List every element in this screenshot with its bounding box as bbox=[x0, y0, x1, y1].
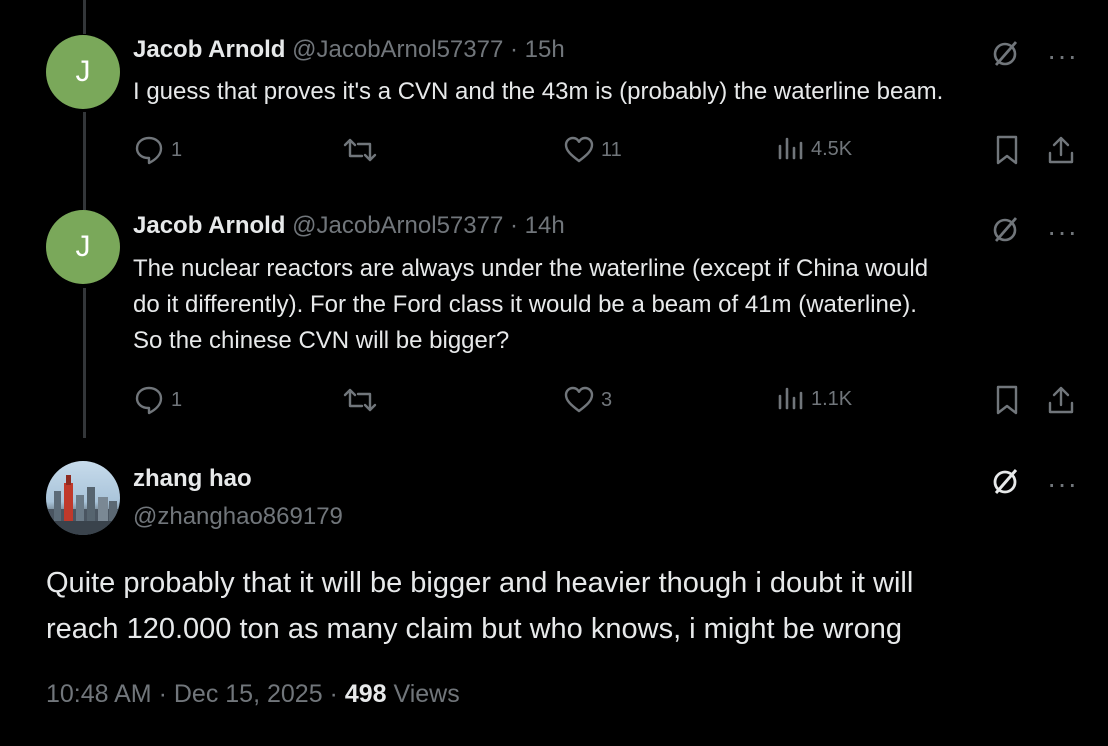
views-count: 498 bbox=[344, 680, 387, 708]
grok-icon[interactable] bbox=[991, 466, 1021, 501]
heart-icon bbox=[563, 384, 595, 416]
separator-dot: · bbox=[158, 680, 174, 708]
bookmark-button[interactable] bbox=[993, 384, 1021, 416]
thread-line-middle bbox=[83, 112, 86, 210]
tweet-header: Jacob Arnold @JacobArnol57377 · 15h bbox=[133, 36, 565, 64]
separator-dot: · bbox=[509, 36, 518, 63]
tweet-top-icons: ··· bbox=[991, 214, 1078, 249]
retweet-icon bbox=[343, 134, 377, 166]
avatar[interactable] bbox=[46, 461, 120, 535]
tweet-time[interactable]: 15h bbox=[525, 36, 565, 63]
tweet-actions: 1 3 1.1K bbox=[133, 384, 1078, 418]
reply-count: 1 bbox=[171, 138, 183, 161]
tweet-text-line: The nuclear reactors are always under th… bbox=[133, 255, 929, 282]
retweet-button[interactable] bbox=[343, 384, 377, 416]
more-icon[interactable]: ··· bbox=[1047, 41, 1078, 70]
grok-icon[interactable] bbox=[991, 214, 1021, 249]
views-button[interactable]: 1.1K bbox=[775, 384, 852, 414]
reply-icon bbox=[133, 384, 165, 416]
bookmark-button[interactable] bbox=[993, 134, 1021, 166]
separator-dot: · bbox=[329, 680, 345, 708]
views-chart-icon bbox=[775, 384, 805, 414]
thread-line-top bbox=[83, 0, 86, 34]
tweet-time[interactable]: 10:48 AM bbox=[46, 680, 152, 708]
bookmark-icon bbox=[993, 134, 1021, 166]
tweet-meta: 10:48 AM · Dec 15, 2025 · 498 Views bbox=[46, 680, 460, 709]
tweet-text-line: do it differently). For the Ford class i… bbox=[133, 291, 917, 318]
tweet-top-icons: ··· bbox=[991, 466, 1078, 501]
tweet-top-icons: ··· bbox=[991, 38, 1078, 73]
tweet-text: I guess that proves it's a CVN and the 4… bbox=[133, 78, 944, 105]
author-name[interactable]: Jacob Arnold bbox=[133, 36, 285, 63]
views-chart-icon bbox=[775, 134, 805, 164]
share-icon bbox=[1045, 134, 1077, 166]
like-count: 11 bbox=[601, 138, 622, 161]
tweet-text: The nuclear reactors are always under th… bbox=[133, 251, 928, 359]
views-count: 4.5K bbox=[811, 137, 853, 160]
tweet-time[interactable]: 14h bbox=[525, 212, 565, 239]
views-label: Views bbox=[393, 680, 460, 708]
share-button[interactable] bbox=[1045, 384, 1077, 416]
like-count: 3 bbox=[601, 388, 613, 411]
tweet-text-line: So the chinese CVN will be bigger? bbox=[133, 327, 510, 354]
thread-line-bottom bbox=[83, 288, 86, 438]
retweet-icon bbox=[343, 384, 377, 416]
share-icon bbox=[1045, 384, 1077, 416]
author-name[interactable]: zhang hao bbox=[133, 465, 252, 492]
tweet-header: Jacob Arnold @JacobArnol57377 · 14h bbox=[133, 212, 565, 240]
tweet-text-line: reach 120.000 ton as many claim but who … bbox=[46, 613, 902, 645]
reply-button[interactable]: 1 bbox=[133, 384, 182, 416]
tweet-text: Quite probably that it will be bigger an… bbox=[46, 560, 1076, 652]
reply-count: 1 bbox=[171, 388, 183, 411]
like-button[interactable]: 11 bbox=[563, 134, 622, 166]
share-button[interactable] bbox=[1045, 134, 1077, 166]
avatar[interactable]: J bbox=[46, 210, 120, 284]
author-name[interactable]: Jacob Arnold bbox=[133, 212, 285, 239]
views-button[interactable]: 4.5K bbox=[775, 134, 852, 164]
heart-icon bbox=[563, 134, 595, 166]
author-name-row: zhang hao bbox=[133, 465, 252, 493]
like-button[interactable]: 3 bbox=[563, 384, 612, 416]
bookmark-icon bbox=[993, 384, 1021, 416]
views-count: 1.1K bbox=[811, 387, 853, 410]
avatar[interactable]: J bbox=[46, 35, 120, 109]
reply-icon bbox=[133, 134, 165, 166]
reply-button[interactable]: 1 bbox=[133, 134, 182, 166]
tweet-actions: 1 11 4.5K bbox=[133, 134, 1078, 168]
more-icon[interactable]: ··· bbox=[1047, 469, 1078, 498]
tweet-date[interactable]: Dec 15, 2025 bbox=[174, 680, 323, 708]
author-handle[interactable]: @zhanghao869179 bbox=[133, 503, 343, 531]
more-icon[interactable]: ··· bbox=[1047, 217, 1078, 246]
author-handle[interactable]: @JacobArnol57377 bbox=[292, 212, 503, 239]
separator-dot: · bbox=[509, 212, 518, 239]
author-handle[interactable]: @JacobArnol57377 bbox=[292, 36, 503, 63]
grok-icon[interactable] bbox=[991, 38, 1021, 73]
retweet-button[interactable] bbox=[343, 134, 377, 166]
tweet-text-line: Quite probably that it will be bigger an… bbox=[46, 567, 914, 599]
